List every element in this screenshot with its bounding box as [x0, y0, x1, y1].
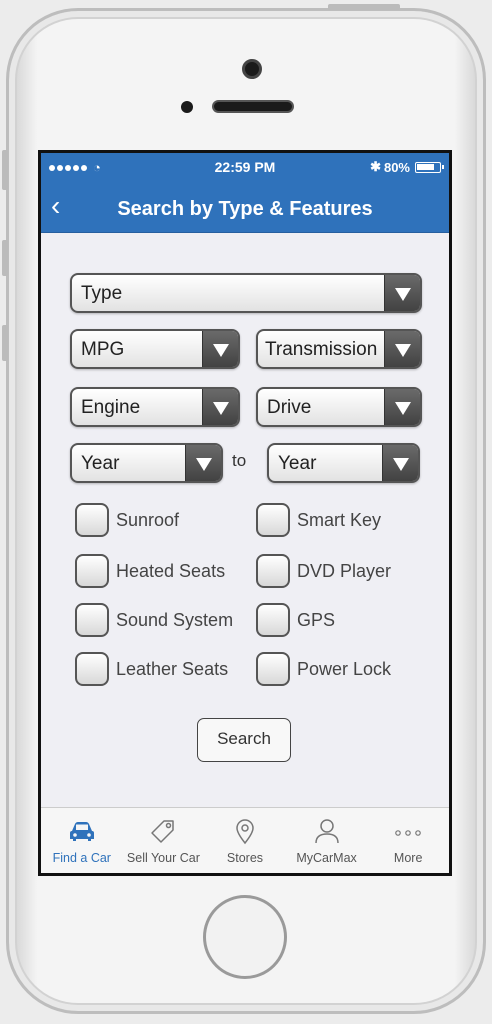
year-to-value: Year — [278, 453, 317, 474]
type-select[interactable]: Type — [70, 273, 422, 313]
year-from-value: Year — [81, 453, 120, 474]
chevron-down-icon — [384, 331, 420, 367]
page-title: Search by Type & Features — [117, 198, 373, 220]
battery-percent: 80% — [383, 159, 410, 175]
checkbox[interactable] — [75, 554, 109, 588]
chevron-down-icon — [382, 445, 418, 481]
type-select-value: Type — [81, 283, 123, 304]
chevron-down-icon — [185, 445, 221, 481]
feature-heated-seats[interactable]: Heated Seats — [75, 554, 225, 588]
checkbox[interactable] — [75, 603, 109, 637]
tab-label: MyCarMax — [296, 851, 357, 865]
chevron-down-icon — [202, 331, 238, 367]
tab-mycarmax[interactable]: MyCarMax — [286, 808, 368, 873]
location-pin-icon — [236, 819, 254, 845]
checkbox-label: GPS — [297, 609, 336, 630]
user-icon — [314, 819, 339, 844]
checkbox[interactable] — [256, 603, 290, 637]
year-from-select[interactable]: Year — [70, 443, 223, 483]
navigation-bar: ‹ Search by Type & Features — [41, 183, 449, 233]
battery-icon — [415, 161, 444, 173]
checkbox[interactable] — [256, 652, 290, 686]
feature-smart-key[interactable]: Smart Key — [256, 503, 381, 537]
feature-dvd-player[interactable]: DVD Player — [256, 554, 391, 588]
home-button[interactable] — [203, 895, 287, 979]
app-screen: ◔ 22:59 PM ✱ 80% ‹ Search by Type & Feat… — [38, 150, 452, 876]
volume-up-button — [2, 240, 8, 276]
mute-switch — [2, 150, 8, 190]
status-bar: ◔ 22:59 PM ✱ 80% — [41, 153, 449, 183]
chevron-down-icon — [202, 389, 238, 425]
tab-stores[interactable]: Stores — [204, 808, 286, 873]
transmission-select[interactable]: Transmission — [256, 329, 422, 369]
camera-icon — [242, 59, 262, 79]
checkbox[interactable] — [75, 652, 109, 686]
tab-label: More — [393, 851, 423, 865]
chevron-down-icon — [384, 275, 420, 311]
tab-bar: Find a Car Sell Your Car Stores MyCarMax — [41, 807, 449, 873]
checkbox-label: Leather Seats — [116, 658, 229, 679]
engine-select-value: Engine — [81, 397, 141, 418]
tab-find-a-car[interactable]: Find a Car — [41, 808, 123, 873]
feature-leather-seats[interactable]: Leather Seats — [75, 652, 228, 686]
search-button[interactable]: Search — [197, 718, 291, 762]
chevron-down-icon — [384, 389, 420, 425]
speaker-grille — [212, 100, 294, 113]
sensor-icon — [181, 101, 193, 113]
bluetooth-icon: ✱ — [370, 159, 381, 174]
checkbox-label: DVD Player — [297, 560, 392, 581]
more-dots-icon — [395, 830, 421, 836]
tab-sell-your-car[interactable]: Sell Your Car — [123, 808, 205, 873]
transmission-select-value: Transmission — [265, 339, 378, 360]
price-tag-icon — [151, 820, 175, 843]
volume-down-button — [2, 325, 8, 361]
checkbox[interactable] — [75, 503, 109, 537]
tab-label: Find a Car — [52, 851, 111, 865]
year-to-select[interactable]: Year — [267, 443, 420, 483]
checkbox-label: Power Lock — [297, 658, 392, 679]
car-icon — [69, 822, 94, 841]
checkbox-label: Heated Seats — [116, 560, 226, 581]
feature-sunroof[interactable]: Sunroof — [75, 503, 179, 537]
checkbox[interactable] — [256, 503, 290, 537]
engine-select[interactable]: Engine — [70, 387, 240, 427]
mpg-select[interactable]: MPG — [70, 329, 240, 369]
feature-power-lock[interactable]: Power Lock — [256, 652, 391, 686]
tab-more[interactable]: More — [367, 808, 449, 873]
year-range-to-label: to — [232, 451, 247, 470]
feature-sound-system[interactable]: Sound System — [75, 603, 233, 637]
tab-label: Stores — [226, 851, 264, 865]
checkbox-label: Smart Key — [297, 509, 382, 530]
search-form: Type MPG Transmission Engine Drive Year … — [41, 233, 449, 806]
checkbox-label: Sunroof — [116, 509, 180, 530]
feature-gps[interactable]: GPS — [256, 603, 335, 637]
tab-label: Sell Your Car — [126, 851, 200, 865]
power-button — [328, 4, 400, 10]
checkbox[interactable] — [256, 554, 290, 588]
mpg-select-value: MPG — [81, 339, 125, 360]
drive-select[interactable]: Drive — [256, 387, 422, 427]
drive-select-value: Drive — [267, 397, 312, 418]
checkbox-label: Sound System — [116, 609, 234, 630]
